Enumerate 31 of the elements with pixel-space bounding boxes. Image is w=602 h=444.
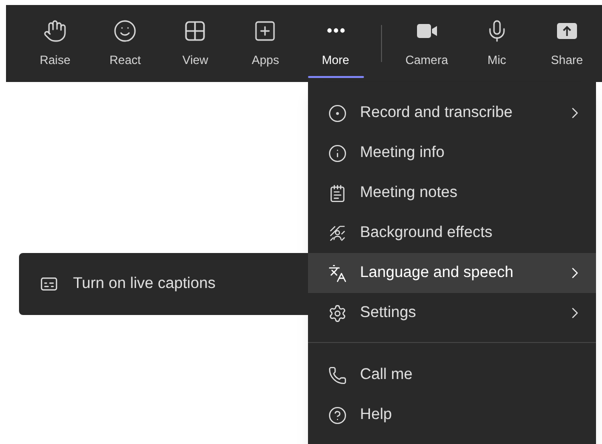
record-icon [328,104,347,122]
menu-item[interactable]: Record and transcribe [308,93,596,133]
toolbar-button[interactable]: Camera [392,5,462,82]
menu-item[interactable]: Meeting info [308,133,596,173]
menu-item[interactable]: Help [308,395,596,435]
toolbar-button[interactable]: Mic [462,5,532,82]
toolbar-button[interactable]: React [90,5,160,82]
toolbar-button[interactable]: More [300,5,371,82]
menu-item[interactable]: Call me [308,355,596,395]
selected-indicator [308,76,364,78]
smiley-icon [113,18,138,42]
background-effects-icon [328,224,347,242]
menu-item[interactable]: Turn on live captions [19,272,308,296]
info-icon [328,144,347,162]
hand-icon [43,18,68,42]
phone-icon [328,366,347,384]
menu-item[interactable]: Background effects [308,213,596,253]
grid-icon [183,18,208,42]
ellipsis-icon [326,28,345,33]
notes-icon [328,184,347,202]
toolbar-button[interactable]: Apps [230,5,300,82]
toolbar-button[interactable]: Share [532,5,602,82]
toolbar-button[interactable]: View [160,5,230,82]
toolbar-button[interactable]: Raise [20,5,90,82]
menu-item[interactable]: Meeting notes [308,173,596,213]
menu-item[interactable]: Settings [308,293,596,333]
settings-icon [328,304,347,322]
plus-square-icon [253,18,278,42]
menu-item[interactable]: Language and speech [308,253,596,293]
language-icon [328,264,347,282]
help-icon [328,406,347,424]
